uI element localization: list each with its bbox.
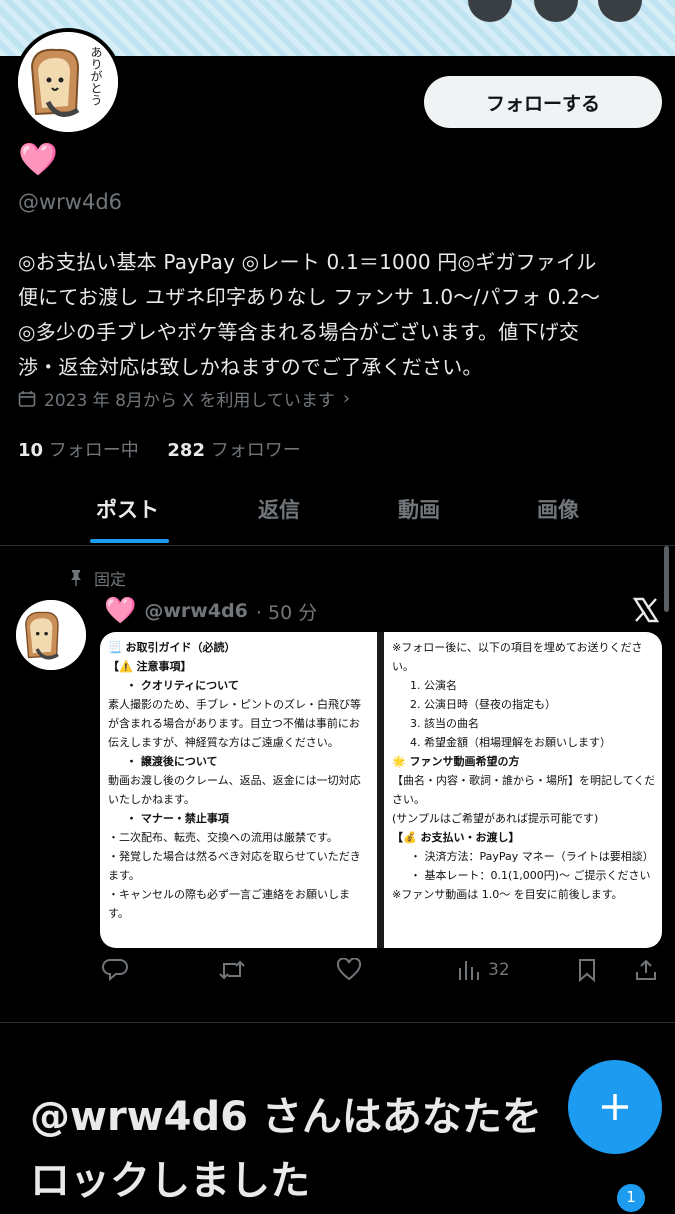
- guide-line: 3. 該当の曲名: [410, 717, 479, 730]
- post-author-name[interactable]: 🩷: [104, 596, 136, 626]
- like-button[interactable]: [336, 958, 362, 982]
- media-image-left[interactable]: 📃 お取引ガイド（必読） 【⚠️ 注意事項】 ・ クオリティについて 素人撮影の…: [100, 632, 377, 948]
- guide-line: い。: [392, 660, 414, 673]
- repost-icon: [219, 960, 245, 980]
- guide-line: 伝えしますが、神経質な方はご遠慮ください。: [108, 736, 339, 749]
- joined-date-row[interactable]: 2023 年 8月から X を利用しています ›: [18, 386, 350, 411]
- followers-count: 282: [167, 440, 205, 461]
- tab-posts[interactable]: ポスト: [96, 494, 159, 524]
- guide-line: ・ クオリティについて: [126, 679, 239, 692]
- post-divider: [0, 1022, 675, 1023]
- repost-button[interactable]: [218, 958, 246, 982]
- blocked-notice-title: @wrw4d6 さんはあなたを: [30, 1094, 542, 1140]
- guide-line: ・発覚した場合は然るべき対応を取らせていただき: [108, 850, 361, 863]
- guide-line: 4. 希望金額（相場理解をお願いします）: [410, 736, 611, 749]
- guide-line: ます。: [108, 869, 140, 882]
- share-icon: [636, 959, 656, 980]
- bread-character-icon: [18, 32, 118, 132]
- guide-line: ・キャンセルの際も必ず一言ご連絡をお願いしま: [108, 888, 350, 901]
- bio-line: 渉・返金対応は致しかねますのでご了承ください。: [18, 355, 483, 379]
- guide-line: ※フォロー後に、以下の項目を埋めてお送りくださ: [392, 641, 643, 654]
- guide-line: 【曲名・内容・歌詞・誰から・場所】を明記してくだ: [392, 774, 654, 787]
- post-header: 🩷 @wrw4d6 · 50 分: [104, 596, 317, 626]
- guide-line: 【⚠️ 注意事項】: [108, 660, 192, 673]
- heart-icon: [336, 958, 362, 981]
- post-media[interactable]: 📃 お取引ガイド（必読） 【⚠️ 注意事項】 ・ クオリティについて 素人撮影の…: [100, 632, 662, 948]
- guide-line: いたしかねます。: [108, 793, 195, 806]
- bookmark-icon: [579, 959, 595, 982]
- profile-tabs: ポスト 返信 動画 画像: [0, 486, 675, 546]
- guide-line: す。: [108, 907, 129, 920]
- profile-bio: ◎お支払い基本 PayPay ◎レート 0.1＝1000 円◎ギガファイル 便に…: [18, 245, 668, 385]
- guide-line: さい。: [392, 793, 425, 806]
- following-count: 10: [18, 440, 44, 461]
- following-link[interactable]: 10 フォロー中: [18, 440, 139, 461]
- follow-stats: 10 フォロー中 282 フォロワー: [18, 436, 301, 462]
- guide-line: 【💰 お支払い・お渡し】: [392, 831, 520, 844]
- profile-avatar[interactable]: ありがとう: [14, 28, 122, 136]
- bio-line: ◎多少の手ブレやボケ等含まれる場合がございます。値下げ交: [18, 320, 580, 344]
- display-name: 🩷: [18, 140, 58, 178]
- x-logo-icon: [632, 596, 660, 628]
- bar-chart-icon: [459, 961, 479, 980]
- followers-label: フォロワー: [210, 440, 301, 461]
- avatar-text: ありがとう: [89, 46, 103, 106]
- guide-line: 🌟 ファンサ動画希望の方: [392, 755, 520, 768]
- post-time[interactable]: · 50 分: [256, 598, 317, 625]
- guide-line: ・ 譲渡後について: [126, 755, 218, 768]
- joined-date: 2023 年 8月から X を利用しています: [44, 391, 335, 411]
- compose-button[interactable]: [568, 1060, 662, 1154]
- guide-line: ・ マナー・禁止事項: [126, 812, 229, 825]
- follow-button[interactable]: フォローする: [424, 76, 662, 128]
- pinned-label: 固定: [68, 566, 126, 590]
- reply-button[interactable]: [102, 958, 128, 982]
- blocked-notice-title-line2: ロックしました: [30, 1158, 310, 1204]
- active-tab-indicator: [90, 539, 169, 543]
- calendar-icon: [18, 390, 36, 407]
- pinned-text: 固定: [94, 570, 127, 589]
- reply-icon: [102, 959, 128, 982]
- guide-line: ※ファンサ動画は 1.0〜 を目安に前後します。: [392, 888, 623, 901]
- plus-icon: [602, 1094, 628, 1120]
- followers-link[interactable]: 282 フォロワー: [167, 440, 300, 461]
- views-count: 32: [488, 960, 510, 980]
- tabs-divider: [0, 545, 675, 546]
- tab-videos[interactable]: 動画: [398, 494, 440, 524]
- guide-line: 2. 公演日時（昼夜の指定も）: [410, 698, 556, 711]
- post-avatar[interactable]: [16, 600, 86, 670]
- post-actions: 32: [100, 958, 662, 994]
- bread-character-icon: [16, 600, 86, 670]
- notification-badge: 1: [615, 1182, 647, 1214]
- bookmark-button[interactable]: [576, 958, 598, 982]
- post-author-handle[interactable]: @wrw4d6: [144, 600, 248, 622]
- guide-line: が含まれる場合があります。目立つ不備は事前にお: [108, 717, 360, 730]
- guide-line: ・ 決済方法：PayPay マネー（ライトは要相談）: [410, 850, 654, 863]
- bio-line: ◎お支払い基本 PayPay ◎レート 0.1＝1000 円◎ギガファイル: [18, 250, 597, 274]
- scrollbar[interactable]: [664, 546, 669, 612]
- following-label: フォロー中: [48, 440, 139, 461]
- profile-handle: @wrw4d6: [18, 190, 123, 214]
- guide-line: 📃 お取引ガイド（必読）: [108, 641, 236, 654]
- media-image-right[interactable]: ※フォロー後に、以下の項目を埋めてお送りくださ い。 1. 公演名 2. 公演日…: [384, 632, 662, 948]
- tab-images[interactable]: 画像: [537, 494, 579, 524]
- share-button[interactable]: [634, 958, 658, 982]
- bio-line: 便にてお渡し ユザネ印字ありなし ファンサ 1.0〜/パフォ 0.2〜: [18, 285, 601, 309]
- guide-line: ・ 基本レート：0.1(1,000円)〜 ご提示ください: [410, 869, 651, 882]
- guide-line: 動画お渡し後のクレーム、返品、返金には一切対応: [108, 774, 361, 787]
- pin-icon: [71, 570, 81, 586]
- views-button[interactable]: 32: [456, 958, 510, 982]
- tab-replies[interactable]: 返信: [258, 494, 300, 524]
- guide-line: (サンプルはご希望があれば提示可能です): [392, 812, 599, 825]
- chevron-right-icon: ›: [342, 388, 351, 409]
- guide-line: 素人撮影のため、手ブレ・ピントのズレ・白飛び等: [108, 698, 361, 711]
- guide-line: ・二次配布、転売、交換への流用は厳禁です。: [108, 831, 338, 844]
- guide-line: 1. 公演名: [410, 679, 457, 692]
